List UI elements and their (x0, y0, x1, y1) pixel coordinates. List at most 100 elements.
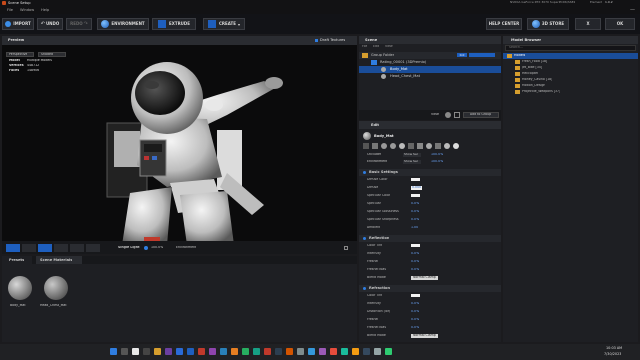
taskbar-app-icon[interactable] (341, 348, 348, 355)
menu-file[interactable]: File (7, 8, 13, 12)
section-reflection[interactable]: Reflection (359, 235, 501, 242)
frame-tool-icon[interactable] (86, 244, 100, 252)
pointer-tool-icon[interactable] (22, 244, 36, 252)
taskbar-app-icon[interactable] (132, 348, 139, 355)
ok-button[interactable]: OK (605, 18, 635, 30)
taskbar-app-icon[interactable] (297, 348, 304, 355)
channel-sphere-icon[interactable] (381, 143, 387, 149)
view-box-icon[interactable] (454, 112, 460, 118)
channel-emissive-icon[interactable] (426, 143, 432, 149)
property-value[interactable]: 0.0% (411, 326, 419, 330)
property-value[interactable]: 1.00 (411, 226, 418, 230)
taskbar-app-icon[interactable] (220, 348, 227, 355)
blend-mode-select[interactable]: Normal Clamp (411, 334, 438, 338)
environment-row-button[interactable]: Show Sel (403, 160, 421, 164)
taskbar-app-icon[interactable] (209, 348, 216, 355)
taskbar-app-icon[interactable] (363, 348, 370, 355)
property-value[interactable]: 0.0% (411, 268, 419, 272)
section-basic-settings[interactable]: Basic Settings (359, 169, 501, 176)
undo-button[interactable]: ↶ UNDO (37, 18, 63, 30)
channel-opacity-icon[interactable] (417, 143, 423, 149)
menu-help[interactable]: Help (41, 8, 49, 12)
browser-search-input[interactable]: Search... (505, 45, 636, 51)
property-value[interactable]: 0.0% (411, 302, 419, 306)
3d-store-button[interactable]: 3D STORE (527, 18, 569, 30)
scale-tool-icon[interactable] (70, 244, 84, 252)
channel-grid-icon[interactable] (435, 143, 441, 149)
import-button[interactable]: IMPORT (2, 18, 34, 30)
create-button[interactable]: CREATE ▾ (203, 18, 245, 30)
taskbar-app-icon[interactable] (385, 348, 392, 355)
scene-menu-view[interactable]: View (385, 45, 393, 49)
taskbar-app-icon[interactable] (121, 348, 128, 355)
add-to-group-button[interactable]: Add to Group (463, 112, 499, 118)
color-swatch[interactable] (411, 178, 420, 181)
channel-diffuse-icon[interactable] (363, 143, 369, 149)
fullscreen-icon[interactable] (344, 246, 348, 250)
taskbar-app-icon[interactable] (154, 348, 161, 355)
property-value[interactable]: 0.0% (411, 210, 419, 214)
blend-mode-select[interactable]: Normal Clamp (411, 276, 438, 280)
shading-select[interactable]: Shaded (38, 52, 66, 57)
property-value[interactable]: 0.0% (411, 202, 419, 206)
taskbar-app-icon[interactable] (253, 348, 260, 355)
tree-item-group-folder[interactable]: Group Folder 0.0 (359, 52, 501, 59)
occlusion-value[interactable]: 100.0% (431, 153, 443, 157)
help-center-button[interactable]: HELP CENTER (486, 18, 522, 30)
taskbar-app-icon[interactable] (319, 348, 326, 355)
color-swatch[interactable] (411, 244, 420, 247)
material-thumb-body[interactable] (8, 276, 32, 300)
channel-texture-icon[interactable] (372, 143, 378, 149)
camera-select[interactable]: Perspective (6, 52, 34, 57)
tree-item-head-mat[interactable]: Head_Chest_Mat (359, 73, 501, 80)
tab-scene-materials[interactable]: Scene Materials (36, 256, 82, 264)
browser-item[interactable]: Projectile_Weapons [37] (503, 89, 638, 95)
environment-row-value[interactable]: 100.0% (431, 160, 443, 164)
taskbar-app-icon[interactable] (143, 348, 150, 355)
material-thumb-head[interactable] (44, 276, 68, 300)
taskbar-app-icon[interactable] (165, 348, 172, 355)
occlusion-button[interactable]: Show Sel (403, 153, 421, 157)
taskbar-app-icon[interactable] (231, 348, 238, 355)
tab-presets[interactable]: Presets (2, 256, 32, 264)
property-value[interactable]: 0.0% (411, 310, 419, 314)
color-swatch[interactable] (411, 294, 420, 297)
taskbar-app-icon[interactable] (242, 348, 249, 355)
rotate-tool-icon[interactable] (54, 244, 68, 252)
redo-button[interactable]: REDO ↷ (66, 18, 92, 30)
property-value[interactable]: 0.0% (411, 318, 419, 322)
channel-reflect-icon[interactable] (390, 143, 396, 149)
section-refraction[interactable]: Refraction (359, 285, 501, 292)
scene-menu-file[interactable]: File (362, 45, 367, 49)
taskbar-app-icon[interactable] (187, 348, 194, 355)
property-value[interactable]: 0.0% (411, 218, 419, 222)
taskbar-app-icon[interactable] (176, 348, 183, 355)
tree-item-rating[interactable]: Rating_00001 (3DPremio) (359, 59, 501, 66)
color-swatch[interactable] (411, 194, 420, 197)
close-button[interactable]: X (575, 18, 601, 30)
taskbar-app-icon[interactable] (374, 348, 381, 355)
camera-tool-icon[interactable] (6, 244, 20, 252)
property-value[interactable]: 0.0% (411, 252, 419, 256)
property-value[interactable]: 0.000 (411, 186, 423, 190)
view-sphere-icon[interactable] (445, 112, 451, 118)
property-value[interactable]: 0.0% (411, 260, 419, 264)
tree-item-body-mat[interactable]: Body_Mat (359, 66, 501, 73)
taskbar-app-icon[interactable] (308, 348, 315, 355)
channel-bump-icon[interactable] (408, 143, 414, 149)
light-icon[interactable] (144, 246, 148, 250)
taskbar-app-icon[interactable] (352, 348, 359, 355)
light-value[interactable]: 100.0% (151, 246, 163, 250)
viewport[interactable]: Perspective Shaded Model Multiple Models… (2, 45, 357, 245)
taskbar-app-icon[interactable] (330, 348, 337, 355)
taskbar-app-icon[interactable] (286, 348, 293, 355)
taskbar-app-icon[interactable] (275, 348, 282, 355)
taskbar-app-icon[interactable] (198, 348, 205, 355)
move-tool-icon[interactable] (38, 244, 52, 252)
scene-menu-edit[interactable]: Edit (373, 45, 379, 49)
gear-icon[interactable] (453, 143, 459, 149)
extrude-button[interactable]: EXTRUDE (152, 18, 196, 30)
taskbar-app-icon[interactable] (110, 348, 117, 355)
channel-misc-icon[interactable] (444, 143, 450, 149)
channel-refract-icon[interactable] (399, 143, 405, 149)
